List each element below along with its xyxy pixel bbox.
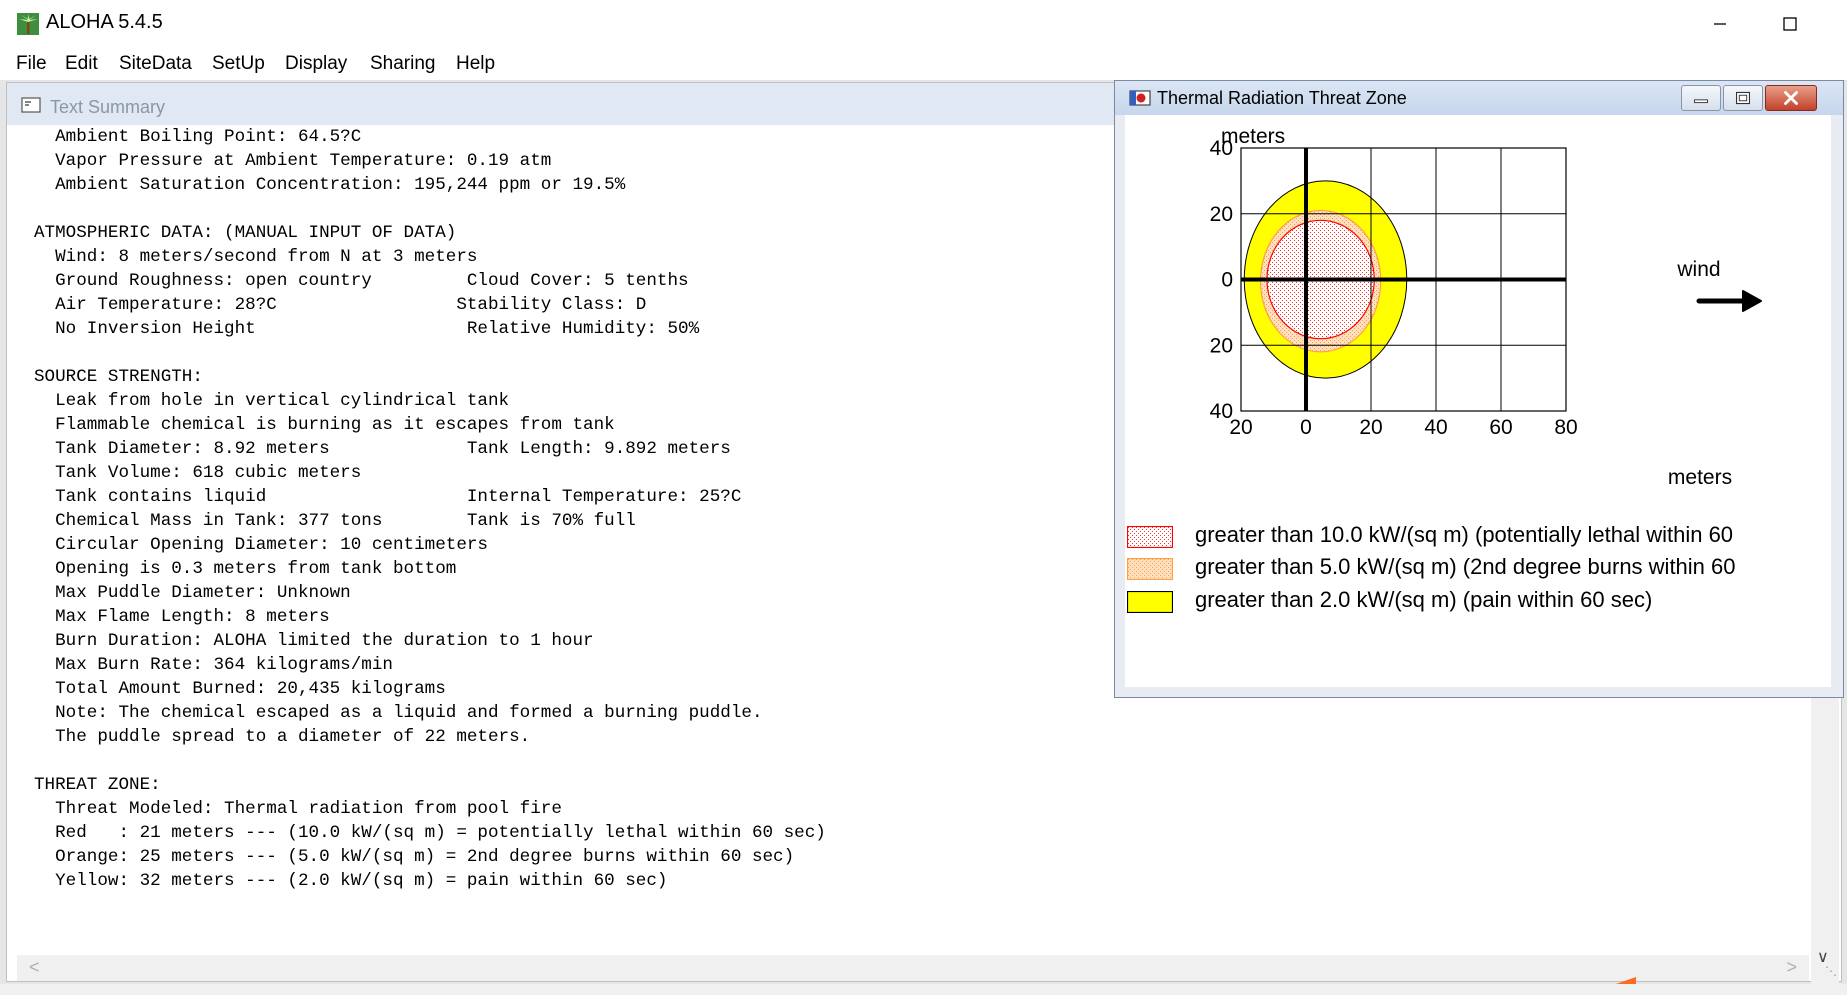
horizontal-scrollbar[interactable]: < >: [17, 955, 1809, 981]
x-tick-label: 80: [1554, 416, 1577, 439]
summary-line: THREAT ZONE:: [34, 775, 161, 795]
legend-text-orange: greater than 5.0 kW/(sq m) (2nd degree b…: [1195, 554, 1736, 579]
summary-line: Air Temperature: 28?C Stability Class: D: [34, 295, 647, 315]
summary-line: Orange: 25 meters --- (5.0 kW/(sq m) = 2…: [34, 847, 795, 867]
summary-line: SOURCE STRENGTH:: [34, 367, 203, 387]
summary-line: Red : 21 meters --- (10.0 kW/(sq m) = po…: [34, 823, 826, 843]
legend-text-red: greater than 10.0 kW/(sq m) (potentially…: [1195, 522, 1734, 547]
y-tick-label: 40: [1210, 137, 1233, 160]
x-tick-label: 20: [1229, 416, 1252, 439]
x-tick-label: 40: [1424, 416, 1447, 439]
summary-line: Leak from hole in vertical cylindrical t…: [34, 391, 510, 411]
resize-grip-icon[interactable]: ⋱: [1825, 964, 1837, 978]
threat-zone-title: Thermal Radiation Threat Zone: [1157, 88, 1407, 108]
legend-text-yellow: greater than 2.0 kW/(sq m) (pain within …: [1195, 587, 1653, 612]
menu-sitedata[interactable]: SiteData: [119, 53, 192, 75]
close-button[interactable]: [1765, 85, 1817, 111]
summary-line: The puddle spread to a diameter of 22 me…: [34, 727, 531, 747]
y-tick-label: 20: [1210, 334, 1233, 357]
menu-file[interactable]: File: [16, 53, 47, 75]
legend-item-orange: greater than 5.0 kW/(sq m) (2nd degree b…: [1125, 554, 1831, 584]
threat-zone-window: Thermal Radiation Threat Zone meters 40 …: [1114, 80, 1844, 698]
menu-setup[interactable]: SetUp: [212, 53, 265, 75]
red-zone-swatch: [1127, 526, 1173, 548]
summary-line: Ambient Boiling Point: 64.5?C: [34, 127, 362, 147]
maximize-button[interactable]: [1770, 8, 1810, 40]
threat-zone-icon: [1129, 90, 1151, 106]
summary-line: Tank contains liquid Internal Temperatur…: [34, 487, 742, 507]
threat-zone-plot-area: meters 40 20 0 20 40 20 0 20 40 60 80 meters wind …: [1125, 115, 1831, 687]
summary-line: Circular Opening Diameter: 10 centimeter…: [34, 535, 488, 555]
threat-zone-plot: meters 40200204020 0 20 40 60 80 meters wind: [1210, 125, 1762, 489]
menu-display[interactable]: Display: [285, 53, 347, 75]
summary-line: Threat Modeled: Thermal radiation from p…: [34, 799, 562, 819]
summary-line: Tank Volume: 618 cubic meters: [34, 463, 362, 483]
app-title: ALOHA 5.4.5: [46, 11, 163, 33]
summary-line: Burn Duration: ALOHA limited the duratio…: [34, 631, 594, 651]
x-tick-label: 0: [1300, 416, 1312, 439]
summary-line: Opening is 0.3 meters from tank bottom: [34, 559, 457, 579]
y-tick-label: 0: [1221, 269, 1233, 292]
summary-line: Ground Roughness: open country Cloud Cov…: [34, 271, 689, 291]
summary-line: Max Puddle Diameter: Unknown: [34, 583, 351, 603]
menu-bar: File Edit SiteData SetUp Display Sharing…: [0, 50, 1847, 81]
text-summary-title: Text Summary: [50, 97, 166, 117]
summary-line: Max Flame Length: 8 meters: [34, 607, 330, 627]
orange-zone-swatch: [1127, 558, 1173, 580]
x-tick-label: 60: [1489, 416, 1512, 439]
document-icon: [21, 97, 41, 113]
summary-line: Tank Diameter: 8.92 meters Tank Length: …: [34, 439, 731, 459]
minimize-button[interactable]: [1681, 85, 1721, 111]
summary-line: Total Amount Burned: 20,435 kilograms: [34, 679, 446, 699]
wind-arrow-icon: [1696, 290, 1762, 312]
y-tick-label: 20: [1210, 203, 1233, 226]
summary-line: Ambient Saturation Concentration: 195,24…: [34, 175, 626, 195]
yellow-zone-swatch: [1127, 591, 1173, 613]
menu-edit[interactable]: Edit: [65, 53, 98, 75]
wind-label: wind: [1676, 258, 1720, 281]
menu-help[interactable]: Help: [456, 53, 495, 75]
app-titlebar: ALOHA 5.4.5: [0, 0, 1847, 50]
summary-line: Max Burn Rate: 364 kilograms/min: [34, 655, 393, 675]
restore-button[interactable]: [1723, 85, 1763, 111]
summary-line: No Inversion Height Relative Humidity: 5…: [34, 319, 700, 339]
x-tick-label: 20: [1359, 416, 1382, 439]
summary-line: Wind: 8 meters/second from N at 3 meters: [34, 247, 478, 267]
legend-item-red: greater than 10.0 kW/(sq m) (potentially…: [1125, 522, 1831, 552]
threat-zone-titlebar[interactable]: Thermal Radiation Threat Zone: [1115, 81, 1843, 115]
minimize-button[interactable]: [1700, 8, 1740, 40]
orange-mark-icon: [1616, 977, 1636, 984]
summary-line: Flammable chemical is burning as it esca…: [34, 415, 615, 435]
summary-line: Note: The chemical escaped as a liquid a…: [34, 703, 763, 723]
summary-line: ATMOSPHERIC DATA: (MANUAL INPUT OF DATA): [34, 223, 457, 243]
summary-line: Chemical Mass in Tank: 377 tons Tank is …: [34, 511, 636, 531]
summary-line: Vapor Pressure at Ambient Temperature: 0…: [34, 151, 552, 171]
scroll-right-arrow-icon[interactable]: >: [1786, 957, 1797, 978]
summary-line: Yellow: 32 meters --- (2.0 kW/(sq m) = p…: [34, 871, 668, 891]
menu-sharing[interactable]: Sharing: [370, 53, 436, 75]
legend-item-yellow: greater than 2.0 kW/(sq m) (pain within …: [1125, 587, 1831, 617]
palm-tree-icon: [17, 13, 39, 35]
x-axis-unit-label: meters: [1668, 466, 1732, 489]
scroll-left-arrow-icon[interactable]: <: [29, 957, 40, 978]
